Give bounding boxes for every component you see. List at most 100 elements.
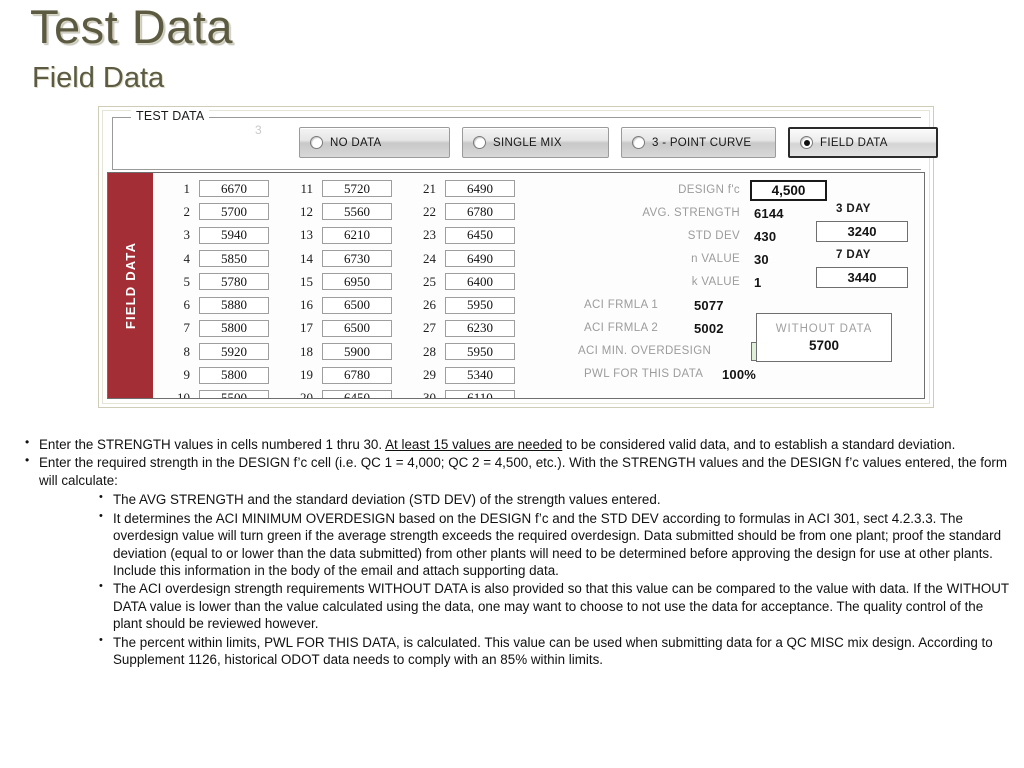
radio-option-no-data[interactable]: NO DATA — [299, 127, 450, 158]
radio-label-no-data: NO DATA — [330, 136, 382, 149]
day-7-label: 7 DAY — [836, 249, 871, 261]
without-data-box: WITHOUT DATA 5700 — [756, 313, 892, 362]
strength-row: 21 6490 — [414, 177, 515, 200]
strength-column-2: 11 5720 12 5560 13 6210 14 6730 15 6950 16 650… — [291, 177, 392, 399]
strength-input-22[interactable]: 6780 — [445, 203, 515, 221]
sub-bullet-text: The percent within limits, PWL FOR THIS … — [113, 634, 993, 668]
row-index: 5 — [183, 273, 191, 289]
strength-input-9[interactable]: 5800 — [199, 366, 269, 384]
strength-row: 16 6500 — [291, 293, 392, 316]
design-fc-label: DESIGN f'c — [678, 184, 740, 196]
radio-label-3-point-curve: 3 - POINT CURVE — [652, 136, 752, 149]
field-data-body: FIELD DATA 1 6670 2 5700 3 5940 4 5850 5 5780… — [107, 172, 925, 399]
strength-input-5[interactable]: 5780 — [199, 273, 269, 291]
row-index: 20 — [300, 390, 313, 399]
field-data-sidebar-label: FIELD DATA — [123, 241, 138, 330]
strength-input-14[interactable]: 6730 — [322, 250, 392, 268]
application-screenshot-frame: TEST DATA 3 NO DATA SINGLE MIX 3 - POINT… — [98, 106, 938, 408]
row-index: 27 — [423, 320, 436, 336]
strength-row: 25 6400 — [414, 270, 515, 293]
strength-input-12[interactable]: 5560 — [322, 203, 392, 221]
n-value-row: n VALUE 30 — [578, 248, 804, 270]
strength-input-18[interactable]: 5900 — [322, 343, 392, 361]
row-index: 6 — [183, 297, 191, 313]
day-7-input[interactable]: 3440 — [816, 267, 908, 288]
strength-input-29[interactable]: 5340 — [445, 366, 515, 384]
strength-input-4[interactable]: 5850 — [199, 250, 269, 268]
strength-input-24[interactable]: 6490 — [445, 250, 515, 268]
avg-strength-value: 6144 — [754, 205, 784, 221]
bullet-text-part-1: Enter the STRENGTH values in cells numbe… — [39, 437, 386, 452]
row-index: 30 — [423, 390, 436, 399]
strength-input-6[interactable]: 5880 — [199, 296, 269, 314]
strength-input-26[interactable]: 5950 — [445, 296, 515, 314]
aci-formula-2-value: 5002 — [694, 320, 724, 336]
strength-input-30[interactable]: 6110 — [445, 389, 515, 398]
row-index: 21 — [423, 180, 436, 196]
without-data-value: 5700 — [808, 337, 840, 353]
strength-input-25[interactable]: 6400 — [445, 273, 515, 291]
row-index: 10 — [177, 390, 190, 399]
n-value-value: 30 — [754, 251, 769, 267]
strength-row: 27 6230 — [414, 317, 515, 340]
strength-input-13[interactable]: 6210 — [322, 226, 392, 244]
design-fc-input[interactable]: 4,500 — [750, 179, 827, 201]
row-index: 26 — [423, 297, 436, 313]
strength-row: 7 5800 — [168, 317, 269, 340]
strength-row: 1 6670 — [168, 177, 269, 200]
strength-row: 26 5950 — [414, 293, 515, 316]
radio-option-field-data[interactable]: FIELD DATA — [788, 127, 938, 158]
strength-input-28[interactable]: 5950 — [445, 343, 515, 361]
strength-input-10[interactable]: 5500 — [199, 389, 269, 398]
row-index: 12 — [300, 203, 313, 219]
strength-input-3[interactable]: 5940 — [199, 226, 269, 244]
strength-input-17[interactable]: 6500 — [322, 319, 392, 337]
row-index: 1 — [183, 180, 191, 196]
row-index: 15 — [300, 273, 313, 289]
radio-circle-icon — [310, 136, 323, 149]
strength-row: 24 6490 — [414, 247, 515, 270]
page-title: Test Data — [30, 0, 234, 53]
avg-strength-row: AVG. STRENGTH 6144 — [578, 202, 804, 224]
strength-row: 19 6780 — [291, 363, 392, 386]
strength-row: 18 5900 — [291, 340, 392, 363]
strength-values-grid: 1 6670 2 5700 3 5940 4 5850 5 5780 6 5880 7 580… — [168, 177, 515, 399]
row-index: 23 — [423, 227, 436, 243]
radio-circle-icon — [632, 136, 645, 149]
strength-input-15[interactable]: 6950 — [322, 273, 392, 291]
strength-input-8[interactable]: 5920 — [199, 343, 269, 361]
pwl-label: PWL FOR THIS DATA — [584, 368, 704, 380]
strength-input-7[interactable]: 5800 — [199, 319, 269, 337]
day-3-input[interactable]: 3240 — [816, 221, 908, 242]
row-index: 25 — [423, 273, 436, 289]
bullet-item-enter-strength: Enter the STRENGTH values in cells numbe… — [18, 435, 1013, 453]
strength-input-1[interactable]: 6670 — [199, 180, 269, 198]
strength-input-20[interactable]: 6450 — [322, 389, 392, 398]
radio-option-3-point-curve[interactable]: 3 - POINT CURVE — [621, 127, 776, 158]
strength-input-27[interactable]: 6230 — [445, 319, 515, 337]
radio-option-single-mix[interactable]: SINGLE MIX — [462, 127, 609, 158]
strength-input-19[interactable]: 6780 — [322, 366, 392, 384]
bullet-text-part-2: to be considered valid data, and to esta… — [562, 437, 956, 452]
aci-formula-2-row: ACI FRMLA 2 5002 — [578, 317, 724, 339]
strength-row: 15 6950 — [291, 270, 392, 293]
row-index: 24 — [423, 250, 436, 266]
aci-formula-1-value: 5077 — [694, 297, 724, 313]
strength-input-21[interactable]: 6490 — [445, 180, 515, 198]
pwl-value: 100% — [722, 366, 757, 382]
field-data-sidebar: FIELD DATA — [108, 173, 153, 398]
sub-bullet-avg-strength: The AVG STRENGTH and the standard deviat… — [97, 490, 1013, 508]
calculated-results-panel: DESIGN f'c 4,500 AVG. STRENGTH 6144 STD … — [578, 177, 924, 398]
strength-row: 29 5340 — [414, 363, 515, 386]
strength-input-23[interactable]: 6450 — [445, 226, 515, 244]
strength-input-16[interactable]: 6500 — [322, 296, 392, 314]
sub-bullet-pwl: The percent within limits, PWL FOR THIS … — [97, 633, 1013, 669]
row-index: 19 — [300, 367, 313, 383]
row-index: 17 — [300, 320, 313, 336]
row-index: 9 — [183, 367, 191, 383]
strength-input-11[interactable]: 5720 — [322, 180, 392, 198]
strength-row: 13 6210 — [291, 224, 392, 247]
strength-input-2[interactable]: 5700 — [199, 203, 269, 221]
sub-bullet-text: The ACI overdesign strength requirements… — [113, 581, 1009, 632]
std-dev-value: 430 — [754, 228, 777, 244]
